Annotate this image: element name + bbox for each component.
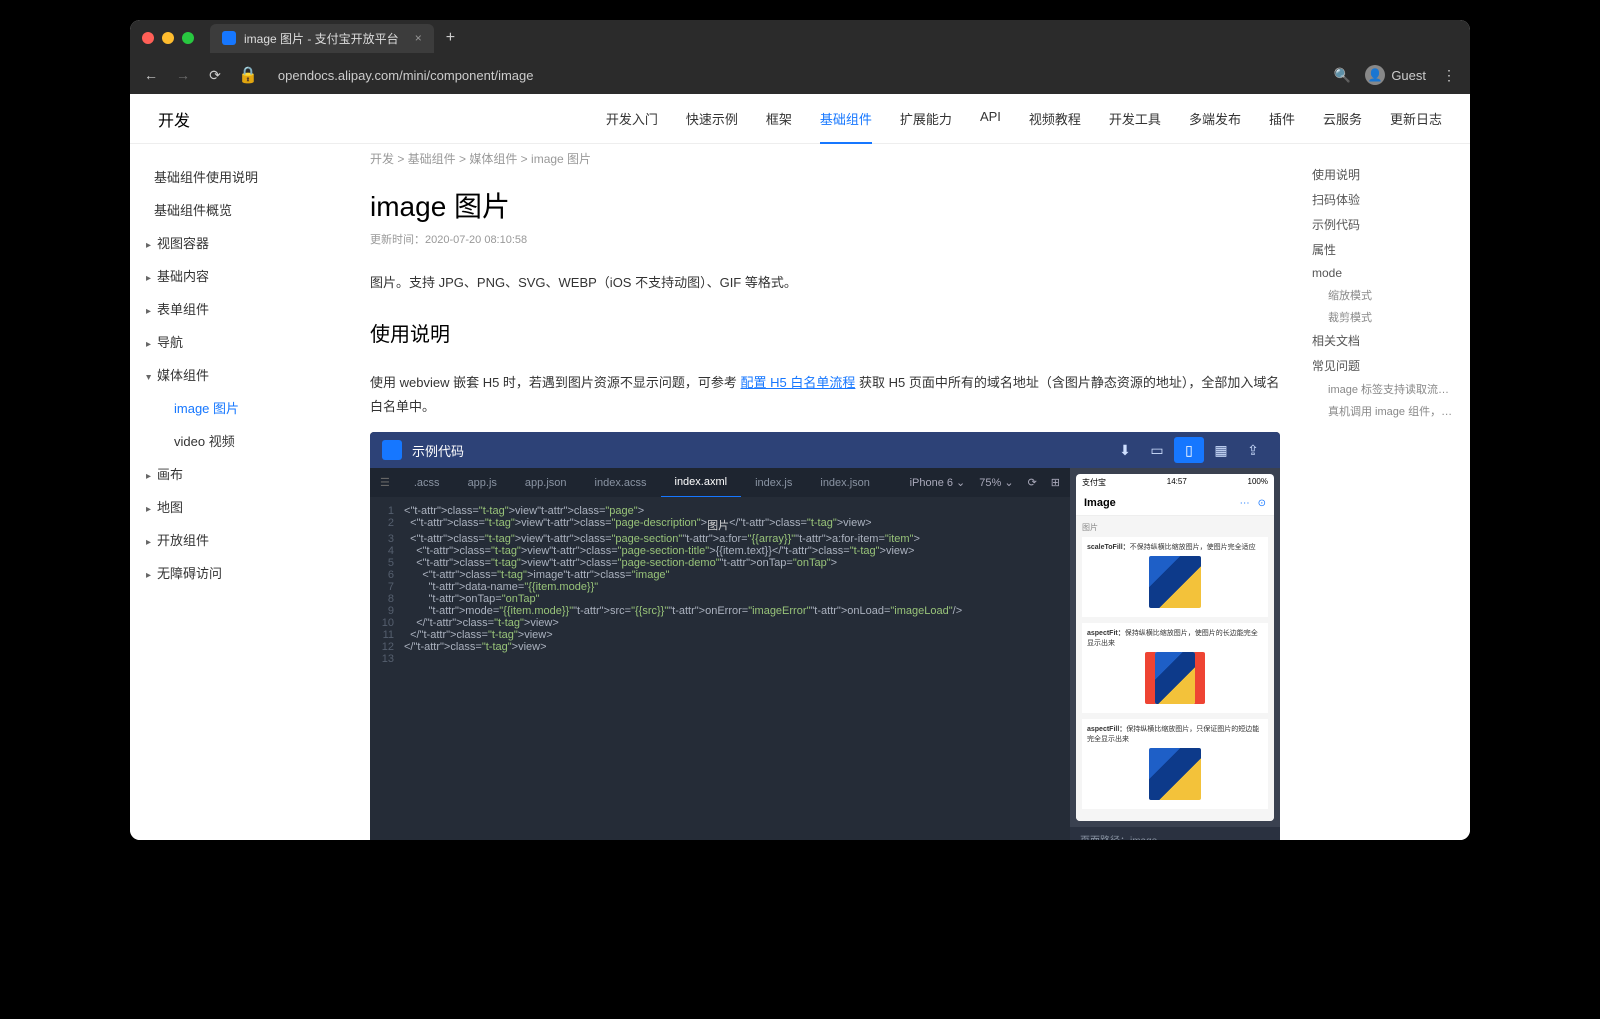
preview-card: aspectFill：保持纵横比缩放图片，只保证图片的短边能完全显示出来	[1082, 719, 1268, 809]
editor-tab[interactable]: index.acss	[581, 469, 661, 497]
editor-tab[interactable]: index.json	[806, 469, 884, 497]
window-minimize-icon[interactable]	[162, 32, 174, 44]
toc-item[interactable]: 相关文档	[1310, 328, 1460, 353]
tab-title: image 图片 - 支付宝开放平台	[244, 30, 399, 47]
editor-tab[interactable]: .acss	[400, 469, 454, 497]
sidebar-item[interactable]: 开放组件	[142, 523, 338, 556]
sidebar-item[interactable]: 无障碍访问	[142, 556, 338, 589]
nav-item[interactable]: 基础组件	[820, 109, 872, 144]
sidebar-subitem[interactable]: video 视频	[142, 424, 338, 457]
preview-section-label: 图片	[1082, 522, 1268, 533]
usage-text: 使用 webview 嵌套 H5 时，若遇到图片资源不显示问题，可参考 配置 H…	[370, 371, 1280, 418]
nav-item[interactable]: API	[980, 109, 1001, 128]
close-preview-icon[interactable]: ⊙	[1258, 498, 1266, 509]
sidebar-item[interactable]: 基础内容	[142, 259, 338, 292]
qr-icon[interactable]: ▦	[1206, 437, 1236, 463]
editor-tab[interactable]: index.js	[741, 469, 806, 497]
page-title: image 图片	[370, 185, 1280, 225]
window-close-icon[interactable]	[142, 32, 154, 44]
nav-item[interactable]: 开发入门	[606, 109, 658, 128]
back-button[interactable]: ←	[142, 67, 160, 83]
editor-tab[interactable]: app.json	[511, 469, 581, 497]
close-icon[interactable]: ×	[415, 31, 422, 45]
toc-subitem[interactable]: image 标签支持读取流文…	[1310, 378, 1460, 400]
files-icon[interactable]: ☰	[370, 468, 400, 497]
avatar-icon: 👤	[1365, 65, 1385, 85]
battery-label: 100%	[1248, 477, 1268, 488]
simulator: 支付宝 14:57 100% Image ⋯ ⊙ 图片	[1076, 474, 1274, 821]
share-icon[interactable]: ⇪	[1238, 437, 1268, 463]
zoom-select[interactable]: 75% ⌄	[979, 476, 1013, 489]
page-path: 页面路径：image	[1070, 827, 1280, 840]
sidebar-item[interactable]: 基础组件使用说明	[142, 160, 338, 193]
nav-item[interactable]: 云服务	[1323, 109, 1362, 128]
nav-item[interactable]: 多端发布	[1189, 109, 1241, 128]
nav-item[interactable]: 快速示例	[686, 109, 738, 128]
toc-item[interactable]: 扫码体验	[1310, 187, 1460, 212]
reload-button[interactable]: ⟳	[206, 67, 224, 84]
refresh-icon[interactable]: ⟳	[1028, 476, 1037, 489]
ide-logo-icon	[382, 440, 402, 460]
carrier-label: 支付宝	[1082, 477, 1106, 488]
forward-button[interactable]: →	[174, 67, 192, 83]
nav-item[interactable]: 扩展能力	[900, 109, 952, 128]
download-icon[interactable]: ⬇	[1110, 437, 1140, 463]
tablet-icon[interactable]: ▭	[1142, 437, 1172, 463]
sidebar-subitem[interactable]: image 图片	[142, 391, 338, 424]
browser-tab[interactable]: image 图片 - 支付宝开放平台 ×	[210, 24, 434, 53]
sample-image	[1155, 652, 1195, 704]
search-icon[interactable]: 🔍	[1333, 67, 1351, 84]
toc-subitem[interactable]: 真机调用 image 组件，…	[1310, 400, 1460, 422]
sidebar-item[interactable]: 表单组件	[142, 292, 338, 325]
sidebar-item[interactable]: 基础组件概览	[142, 193, 338, 226]
favicon-icon	[222, 31, 236, 45]
toc-item[interactable]: 属性	[1310, 237, 1460, 262]
sidebar-item[interactable]: 视图容器	[142, 226, 338, 259]
intro-text: 图片。支持 JPG、PNG、SVG、WEBP（iOS 不支持动图）、GIF 等格…	[370, 271, 1280, 294]
ide-title: 示例代码	[412, 441, 464, 460]
editor-tab[interactable]: app.js	[454, 469, 511, 497]
brand-label: 开发	[158, 107, 190, 131]
ide-panel: 示例代码 ⬇ ▭ ▯ ▦ ⇪ ☰ .acssap	[370, 432, 1280, 840]
toc-item[interactable]: 示例代码	[1310, 212, 1460, 237]
new-tab-button[interactable]: +	[446, 29, 455, 47]
lock-icon: 🔒	[238, 65, 258, 85]
nav-item[interactable]: 框架	[766, 109, 792, 128]
toc-subitem[interactable]: 缩放模式	[1310, 284, 1460, 306]
preview-card: scaleToFill：不保持纵横比缩放图片，使图片完全适应	[1082, 537, 1268, 617]
window-maximize-icon[interactable]	[182, 32, 194, 44]
phone-icon[interactable]: ▯	[1174, 437, 1204, 463]
editor-tab[interactable]: index.axml	[661, 468, 742, 497]
breadcrumb: 开发 > 基础组件 > 媒体组件 > image 图片	[370, 144, 1280, 173]
more-icon[interactable]: ⋯	[1240, 498, 1250, 509]
section-usage: 使用说明	[370, 318, 1280, 347]
profile-button[interactable]: 👤 Guest	[1365, 65, 1426, 85]
sample-image	[1149, 556, 1201, 608]
updated-meta: 更新时间：2020-07-20 08:10:58	[370, 231, 1280, 247]
sidebar-item[interactable]: 媒体组件	[142, 358, 338, 391]
nav-item[interactable]: 插件	[1269, 109, 1295, 128]
sidebar-item[interactable]: 画布	[142, 457, 338, 490]
sidebar-item[interactable]: 导航	[142, 325, 338, 358]
nav-item[interactable]: 更新日志	[1390, 109, 1442, 128]
chevron-down-icon: ⌄	[956, 477, 965, 489]
toc-item[interactable]: mode	[1310, 262, 1460, 284]
preview-title: Image	[1084, 497, 1116, 509]
sample-image	[1149, 748, 1201, 800]
sidebar-item[interactable]: 地图	[142, 490, 338, 523]
device-select[interactable]: iPhone 6 ⌄	[910, 476, 966, 489]
grid-icon[interactable]: ⊞	[1051, 476, 1060, 489]
profile-label: Guest	[1391, 68, 1426, 83]
nav-item[interactable]: 开发工具	[1109, 109, 1161, 128]
clock-label: 14:57	[1167, 477, 1187, 488]
nav-item[interactable]: 视频教程	[1029, 109, 1081, 128]
toc-item[interactable]: 常见问题	[1310, 353, 1460, 378]
toc-subitem[interactable]: 裁剪模式	[1310, 306, 1460, 328]
chevron-down-icon: ⌄	[1004, 477, 1013, 489]
whitelist-link[interactable]: 配置 H5 白名单流程	[741, 375, 856, 390]
address-bar[interactable]: opendocs.alipay.com/mini/component/image	[278, 68, 1319, 83]
menu-button[interactable]: ⋮	[1440, 67, 1458, 84]
toc-item[interactable]: 使用说明	[1310, 162, 1460, 187]
preview-card: aspectFit：保持纵横比缩放图片，使图片的长边能完全显示出来	[1082, 623, 1268, 713]
